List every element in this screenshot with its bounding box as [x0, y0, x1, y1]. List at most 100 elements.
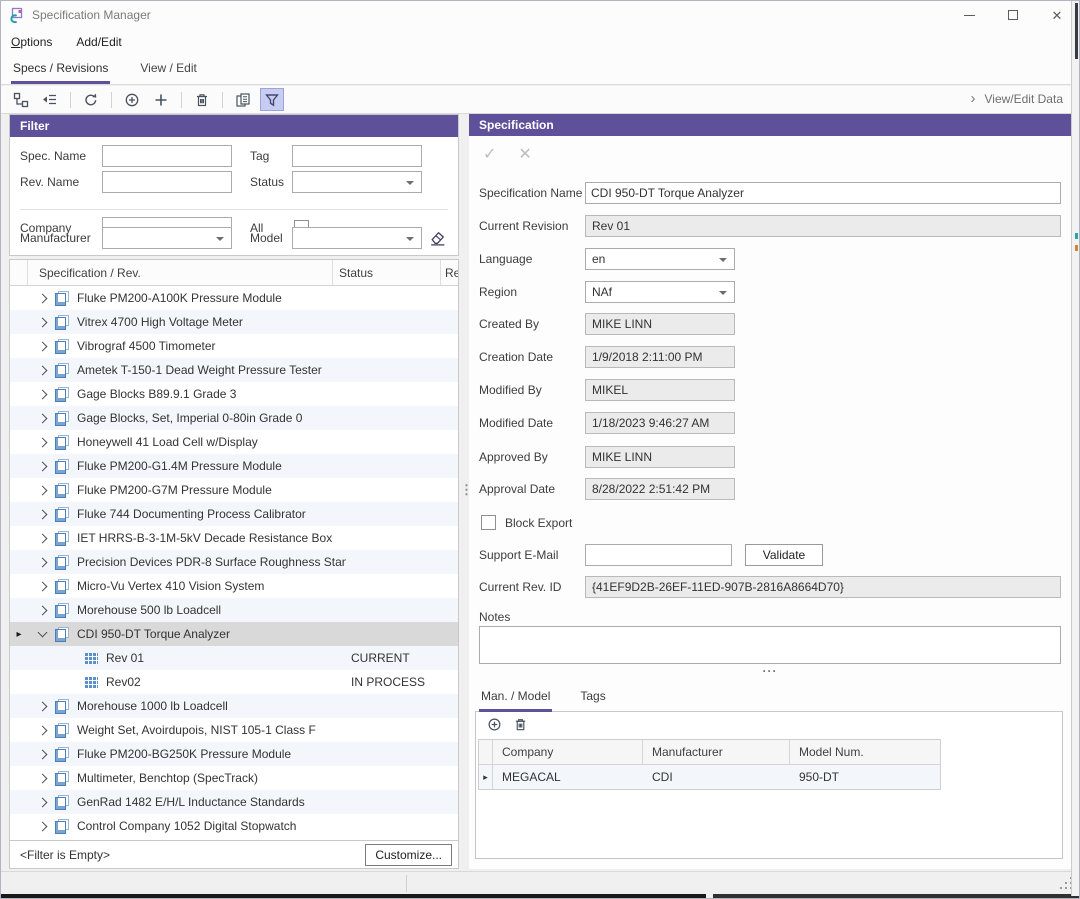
- table-row[interactable]: Ametek T-150-1 Dead Weight Pressure Test…: [10, 358, 458, 382]
- chevron-right-icon[interactable]: [38, 317, 48, 327]
- table-row-selected[interactable]: ▸CDI 950-DT Torque Analyzer: [10, 622, 458, 646]
- model-filter-dropdown[interactable]: [292, 227, 422, 249]
- collapse-list-icon[interactable]: [38, 88, 62, 111]
- chevron-right-icon[interactable]: [38, 701, 48, 711]
- add-man-model-icon[interactable]: [487, 717, 502, 735]
- table-row[interactable]: Fluke PM200-BG250K Pressure Module: [10, 742, 458, 766]
- table-row-revision[interactable]: Rev02IN PROCESS: [10, 670, 458, 694]
- revision-grid-icon: [85, 677, 98, 688]
- current-rev-id-field: {41EF9D2B-26EF-11ED-907B-2816A8664D70}: [585, 576, 1061, 598]
- table-row[interactable]: Vitrex 4700 High Voltage Meter: [10, 310, 458, 334]
- customize-button[interactable]: Customize...: [365, 844, 452, 866]
- chevron-right-icon[interactable]: [38, 581, 48, 591]
- column-company[interactable]: Company: [493, 740, 643, 764]
- chevron-right-icon[interactable]: [38, 821, 48, 831]
- filter-status-bar: <Filter is Empty> Customize...: [10, 840, 458, 868]
- chevron-right-icon[interactable]: [38, 557, 48, 567]
- spec-name-filter-input[interactable]: [102, 145, 232, 167]
- chevron-right-icon[interactable]: [38, 533, 48, 543]
- table-row[interactable]: Morehouse 500 lb Loadcell: [10, 598, 458, 622]
- table-row[interactable]: Honeywell 41 Load Cell w/Display: [10, 430, 458, 454]
- man-model-row[interactable]: ▸ MEGACAL CDI 950-DT: [479, 765, 940, 789]
- status-bar: [1, 871, 1079, 894]
- delete-man-model-icon[interactable]: [513, 717, 528, 735]
- cancel-x-icon[interactable]: ✕: [518, 144, 531, 164]
- minimize-button[interactable]: [947, 1, 991, 29]
- chevron-down-icon[interactable]: [38, 628, 48, 638]
- hierarchy-view-icon[interactable]: [9, 88, 33, 111]
- tab-man-model[interactable]: Man. / Model: [479, 682, 552, 712]
- chevron-right-icon[interactable]: [38, 605, 48, 615]
- spec-name-input[interactable]: [585, 182, 1061, 204]
- tab-view-edit[interactable]: View / Edit: [138, 55, 198, 84]
- toolbar-separator: [111, 92, 112, 108]
- chevron-right-icon[interactable]: [38, 389, 48, 399]
- table-row[interactable]: Control Company 1052 Digital Stopwatch: [10, 814, 458, 838]
- region-dropdown[interactable]: NAf: [585, 281, 735, 303]
- chevron-right-icon[interactable]: [38, 725, 48, 735]
- table-row-revision[interactable]: Rev 01CURRENT: [10, 646, 458, 670]
- language-dropdown[interactable]: en: [585, 248, 735, 270]
- column-specification-rev[interactable]: Specification / Rev.: [28, 260, 332, 285]
- table-row[interactable]: Fluke 744 Documenting Process Calibrator: [10, 502, 458, 526]
- region-label: Region: [479, 281, 517, 303]
- spec-doc-icon: [54, 387, 69, 402]
- support-email-input[interactable]: [585, 544, 732, 566]
- block-export-checkbox[interactable]: [481, 515, 496, 530]
- tag-filter-input[interactable]: [292, 145, 422, 167]
- table-row[interactable]: Gage Blocks B89.9.1 Grade 3: [10, 382, 458, 406]
- chevron-right-icon[interactable]: [38, 413, 48, 423]
- add-circle-icon[interactable]: [120, 88, 144, 111]
- table-row[interactable]: Gage Blocks, Set, Imperial 0-80in Grade …: [10, 406, 458, 430]
- chevron-right-icon[interactable]: [38, 293, 48, 303]
- column-rec[interactable]: Rec: [440, 260, 458, 285]
- menu-add-edit[interactable]: Add/Edit: [76, 35, 121, 49]
- column-manufacturer[interactable]: Manufacturer: [643, 740, 790, 764]
- table-row[interactable]: Fluke PM200-A100K Pressure Module: [10, 286, 458, 310]
- notes-textarea[interactable]: [479, 626, 1061, 664]
- status-filter-dropdown[interactable]: [292, 171, 422, 193]
- table-row[interactable]: GenRad 1482 E/H/L Inductance Standards: [10, 790, 458, 814]
- chevron-right-icon[interactable]: [38, 773, 48, 783]
- refresh-icon[interactable]: [79, 88, 103, 111]
- chevron-right-icon[interactable]: [38, 365, 48, 375]
- chevron-right-icon[interactable]: [38, 437, 48, 447]
- copy-data-icon[interactable]: [231, 88, 255, 111]
- chevron-right-icon[interactable]: [38, 509, 48, 519]
- delete-icon[interactable]: [190, 88, 214, 111]
- filter-icon[interactable]: [260, 88, 284, 111]
- table-row[interactable]: Multimeter, Benchtop (SpecTrack): [10, 766, 458, 790]
- table-row[interactable]: Vibrograf 4500 Timometer: [10, 334, 458, 358]
- chevron-right-icon[interactable]: [38, 797, 48, 807]
- manufacturer-filter-dropdown[interactable]: [102, 227, 232, 249]
- chevron-right-icon[interactable]: [38, 461, 48, 471]
- chevron-right-icon[interactable]: [38, 749, 48, 759]
- table-row[interactable]: Precision Devices PDR-8 Surface Roughnes…: [10, 550, 458, 574]
- table-row[interactable]: IET HRRS-B-3-1M-5kV Decade Resistance Bo…: [10, 526, 458, 550]
- confirm-check-icon[interactable]: ✓: [483, 144, 496, 164]
- column-model-num[interactable]: Model Num.: [790, 740, 940, 764]
- tab-tags[interactable]: Tags: [578, 682, 607, 712]
- table-row[interactable]: Fluke PM200-G1.4M Pressure Module: [10, 454, 458, 478]
- spec-doc-icon: [54, 555, 69, 570]
- menu-options[interactable]: Options: [11, 35, 52, 49]
- table-row[interactable]: Micro-Vu Vertex 410 Vision System: [10, 574, 458, 598]
- view-edit-data-link[interactable]: › View/Edit Data: [971, 91, 1064, 106]
- spec-doc-icon: [54, 459, 69, 474]
- tag-label: Tag: [250, 145, 269, 167]
- column-status[interactable]: Status: [332, 260, 440, 285]
- table-row[interactable]: Fluke PM200-G7M Pressure Module: [10, 478, 458, 502]
- notes-splitter-handle[interactable]: ···: [469, 664, 1071, 678]
- creation-date-label: Creation Date: [479, 346, 553, 368]
- validate-button[interactable]: Validate: [745, 544, 823, 566]
- spec-doc-icon: [54, 579, 69, 594]
- tab-specs-revisions[interactable]: Specs / Revisions: [11, 55, 110, 84]
- maximize-button[interactable]: [991, 1, 1035, 29]
- chevron-right-icon[interactable]: [38, 341, 48, 351]
- clear-filter-eraser-icon[interactable]: [428, 228, 447, 247]
- rev-name-filter-input[interactable]: [102, 171, 232, 193]
- chevron-right-icon[interactable]: [38, 485, 48, 495]
- table-row[interactable]: Weight Set, Avoirdupois, NIST 105-1 Clas…: [10, 718, 458, 742]
- add-icon[interactable]: [149, 88, 173, 111]
- table-row[interactable]: Morehouse 1000 lb Loadcell: [10, 694, 458, 718]
